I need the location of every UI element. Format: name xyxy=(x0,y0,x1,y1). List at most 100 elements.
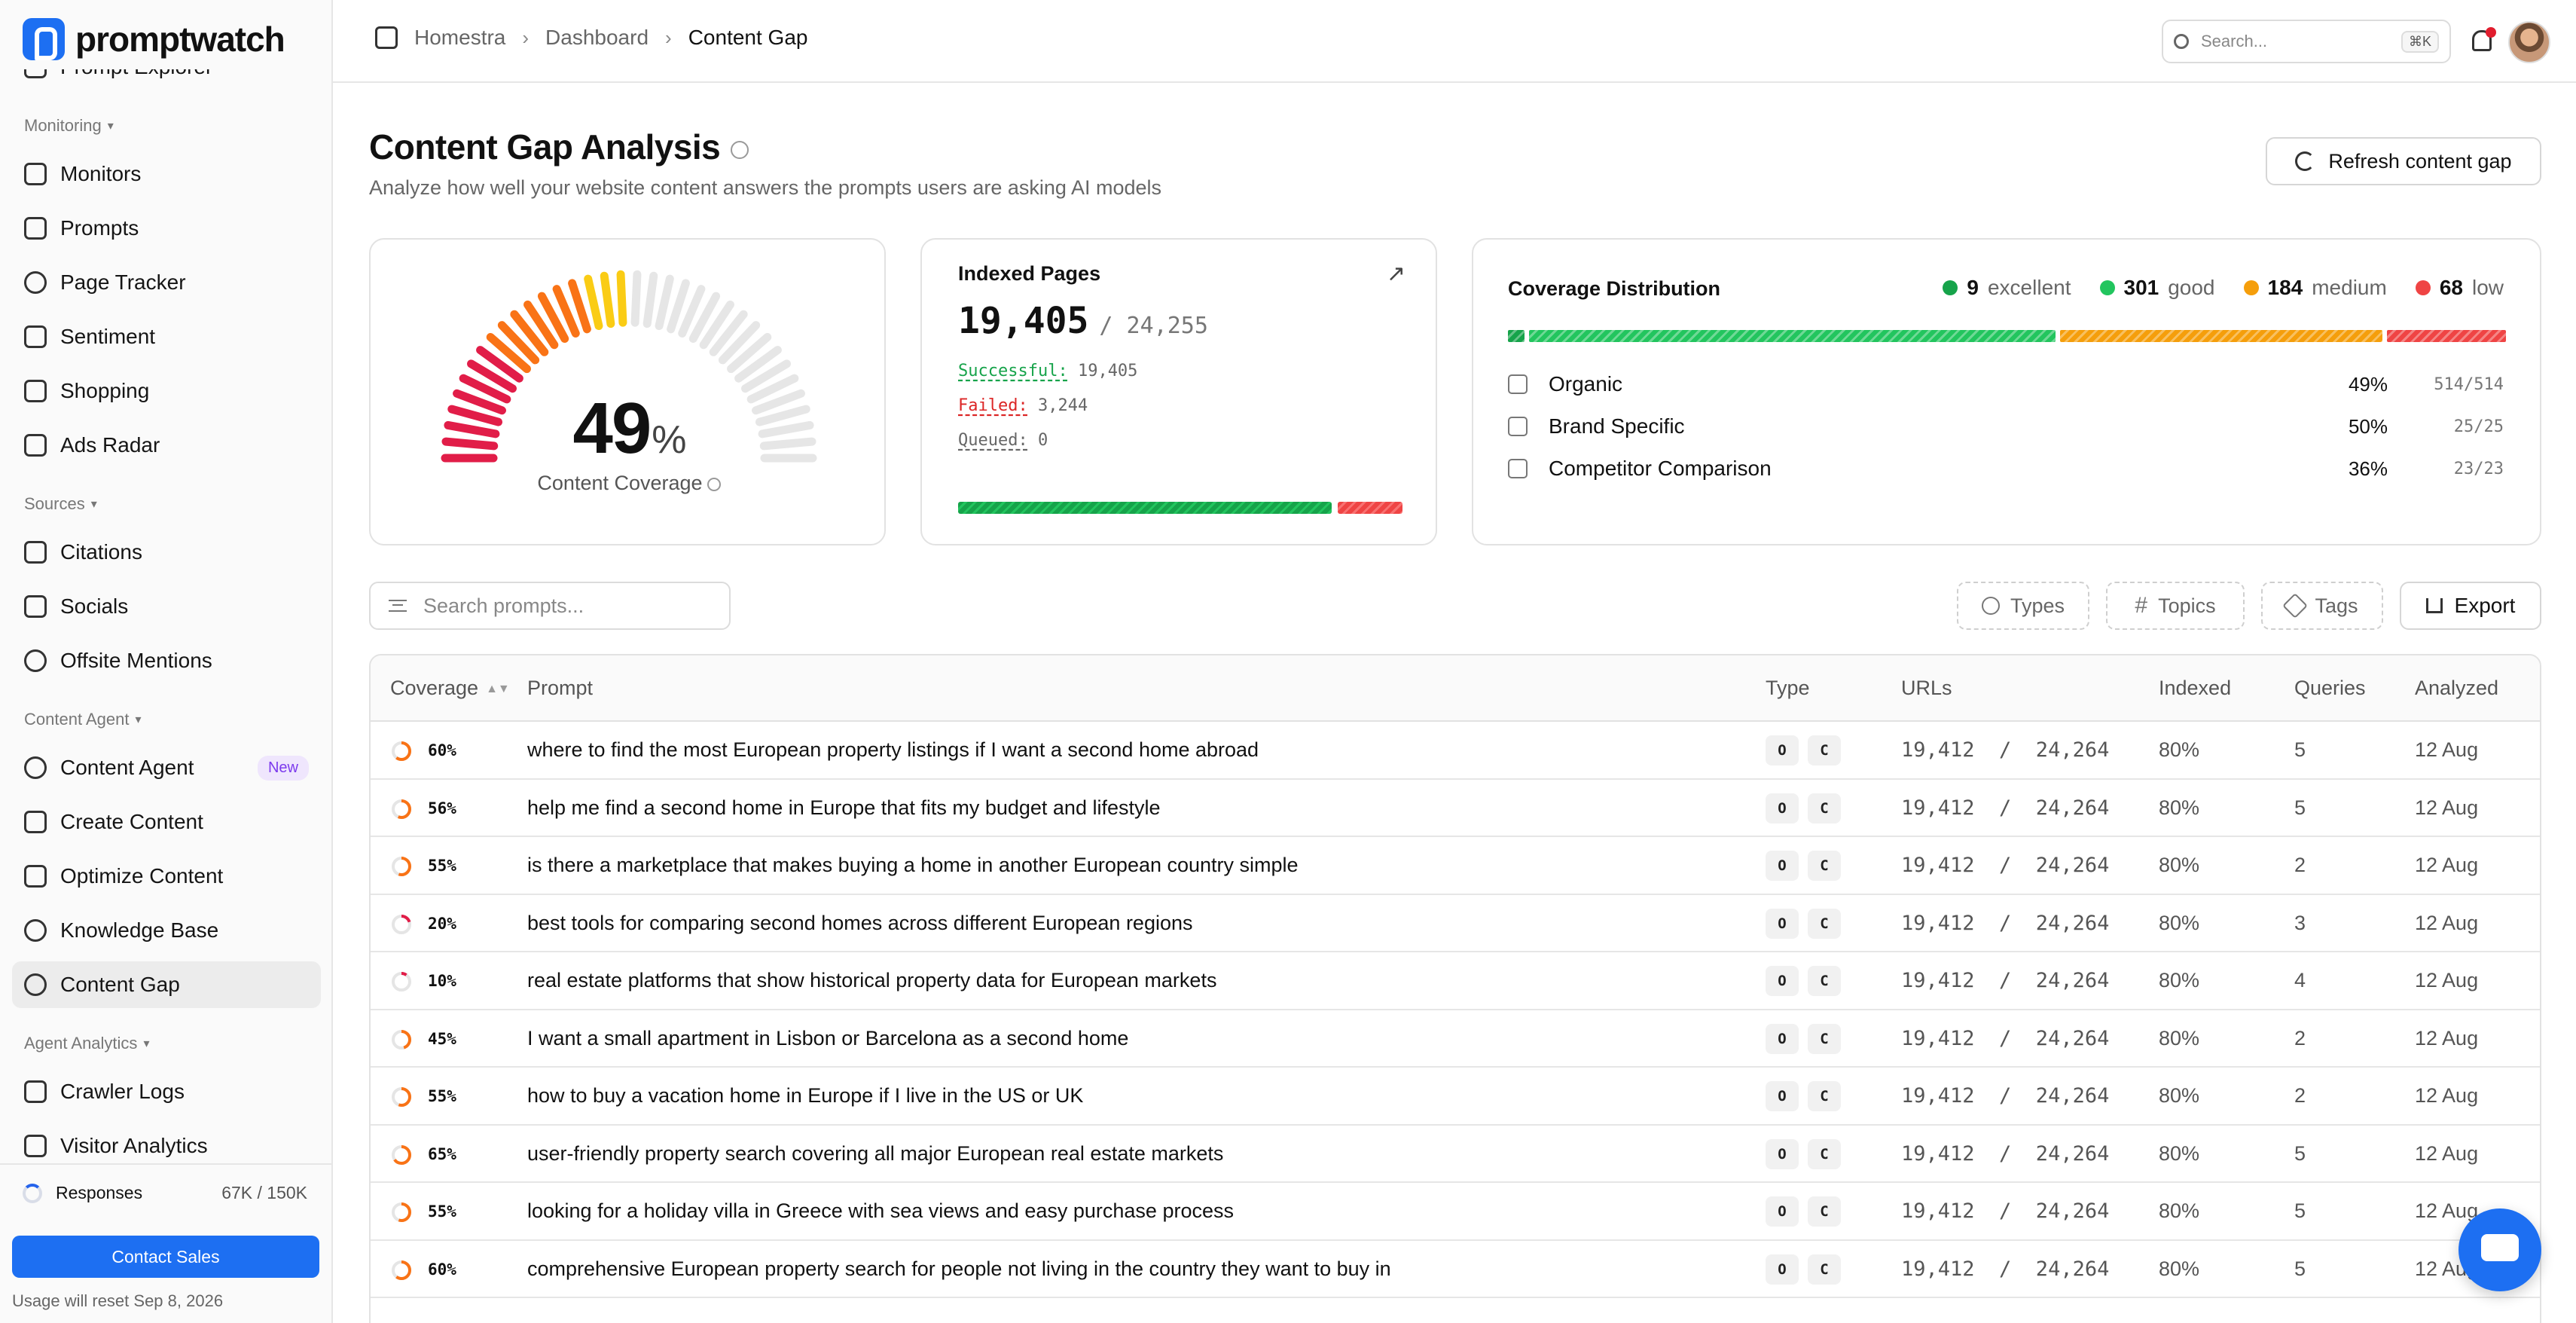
gauge-segment xyxy=(630,270,642,327)
prompt-text[interactable]: is there a marketplace that makes buying… xyxy=(527,854,1299,877)
analyzed-date: 12 Aug xyxy=(2415,1199,2479,1222)
refresh-label: Refresh content gap xyxy=(2328,149,2512,173)
prompt-text[interactable]: I want a small apartment in Lisbon or Ba… xyxy=(527,1027,1128,1050)
table-row[interactable]: 20% best tools for comparing second homes… xyxy=(371,895,2540,952)
prompt-text[interactable]: comprehensive European property search f… xyxy=(527,1257,1391,1281)
table-row[interactable]: 55% how to buy a vacation home in Europe … xyxy=(371,1068,2540,1126)
sidebar-item-monitors[interactable]: Monitors xyxy=(12,151,321,197)
coverage-ring-icon xyxy=(392,799,411,819)
refresh-content-gap-button[interactable]: Refresh content gap xyxy=(2266,137,2541,185)
sidebar-item-create-content[interactable]: Create Content xyxy=(12,799,321,845)
search-placeholder: Search... xyxy=(2201,32,2268,50)
type-tag-organic: O xyxy=(1766,966,1799,996)
indexed-percent: 80% xyxy=(2159,796,2200,819)
type-tag-organic: O xyxy=(1766,1138,1799,1169)
distribution-row-label: Brand Specific xyxy=(1549,414,1685,438)
type-tag-competitor: C xyxy=(1808,966,1841,996)
help-icon[interactable] xyxy=(731,140,749,159)
nav-section-content-agent[interactable]: Content Agent ▾ xyxy=(12,702,321,737)
table-row[interactable]: 60% where to find the most European prope… xyxy=(371,722,2540,780)
sidebar-item-prompt-explorer[interactable]: Prompt Explorer xyxy=(12,69,321,90)
prompt-text[interactable]: where to find the most European property… xyxy=(527,738,1259,762)
prompt-text[interactable]: looking for a holiday villa in Greece wi… xyxy=(527,1199,1234,1223)
table-row[interactable]: 55% looking for a holiday villa in Greece… xyxy=(371,1183,2540,1241)
type-tag-competitor: C xyxy=(1808,1023,1841,1054)
sidebar-item-label: Crawler Logs xyxy=(60,1080,185,1103)
sidebar-item-content-gap[interactable]: Content Gap xyxy=(12,961,321,1008)
table-row[interactable]: 45% I want a small apartment in Lisbon or… xyxy=(371,1010,2540,1068)
legend-low: 68 low xyxy=(2415,276,2504,300)
distribution-legend: 9 excellent 301 good 184 medium 68 low xyxy=(1943,276,2504,300)
sidebar-item-shopping[interactable]: Shopping xyxy=(12,368,321,414)
prompt-text[interactable]: user-friendly property search covering a… xyxy=(527,1142,1223,1166)
tags-filter-button[interactable]: Tags xyxy=(2261,582,2383,630)
indexed-pages-title: Indexed Pages xyxy=(958,262,1101,285)
sidebar-item-page-tracker[interactable]: Page Tracker xyxy=(12,259,321,306)
usage-ring-icon xyxy=(23,1183,42,1203)
main-content: Content Gap Analysis Analyze how well yo… xyxy=(333,83,2576,1323)
robot-icon xyxy=(24,1080,47,1103)
sidebar-item-knowledge-base[interactable]: Knowledge Base xyxy=(12,907,321,954)
chart-icon xyxy=(24,1135,47,1157)
brand-logo[interactable]: promptwatch xyxy=(23,18,285,60)
table-row[interactable]: 55% is there a marketplace that makes buy… xyxy=(371,837,2540,895)
topics-filter-button[interactable]: # Topics xyxy=(2106,582,2245,630)
nav-section-sources[interactable]: Sources ▾ xyxy=(12,487,321,521)
indexed-percent: 80% xyxy=(2159,1084,2200,1107)
avatar[interactable] xyxy=(2508,21,2550,63)
distribution-row-label: Competitor Comparison xyxy=(1549,457,1772,480)
megaphone-icon xyxy=(24,434,47,457)
sidebar-item-label: Content Gap xyxy=(60,973,180,996)
sidebar-item-crawler-logs[interactable]: Crawler Logs xyxy=(12,1068,321,1115)
prompt-text[interactable]: best tools for comparing second homes ac… xyxy=(527,912,1193,935)
arrow-up-right-icon[interactable]: ↗ xyxy=(1387,261,1406,287)
type-tag-organic: O xyxy=(1766,908,1799,939)
types-filter-button[interactable]: Types xyxy=(1957,582,2089,630)
prompt-text[interactable]: help me find a second home in Europe tha… xyxy=(527,796,1161,820)
gauge-segment xyxy=(616,270,627,327)
legend-dot xyxy=(2415,280,2431,295)
table-row[interactable]: 10% real estate platforms that show histo… xyxy=(371,952,2540,1010)
sidebar-item-visitor-analytics[interactable]: Visitor Analytics xyxy=(12,1123,321,1162)
sidebar-item-label: Offsite Mentions xyxy=(60,649,212,672)
coverage-ring-icon xyxy=(392,1202,411,1222)
chat-support-button[interactable] xyxy=(2458,1208,2541,1291)
topics-label: Topics xyxy=(2158,594,2216,617)
prompt-text[interactable]: real estate platforms that show historic… xyxy=(527,969,1216,992)
coverage-label: Content Coverage xyxy=(371,472,887,495)
search-prompts-input[interactable]: Search prompts... xyxy=(369,582,731,630)
chevron-down-icon: ▾ xyxy=(90,498,97,511)
prompt-text[interactable]: how to buy a vacation home in Europe if … xyxy=(527,1084,1083,1108)
sidebar-item-sentiment[interactable]: Sentiment xyxy=(12,313,321,360)
column-header-coverage[interactable]: Coverage ▲▼ xyxy=(390,677,510,700)
sidebar-item-prompts[interactable]: Prompts xyxy=(12,205,321,252)
sidebar-item-content-agent[interactable]: Content Agent New xyxy=(12,744,321,791)
help-icon[interactable] xyxy=(707,477,721,491)
sidebar-item-socials[interactable]: Socials xyxy=(12,583,321,630)
breadcrumb-workspace[interactable]: Homestra xyxy=(414,26,505,50)
nav-section-agent-analytics[interactable]: Agent Analytics ▾ xyxy=(12,1026,321,1061)
indexed-total: / 24,255 xyxy=(1099,313,1208,339)
urls-count: 19,412 / 24,264 xyxy=(1901,1257,2110,1281)
breadcrumb-dashboard[interactable]: Dashboard xyxy=(545,26,649,50)
sidebar-item-ads-radar[interactable]: Ads Radar xyxy=(12,422,321,469)
analyzed-date: 12 Aug xyxy=(2415,1084,2479,1107)
urls-count: 19,412 / 24,264 xyxy=(1901,911,2110,935)
document-icon xyxy=(24,811,47,833)
coverage-ring-icon xyxy=(392,1029,411,1050)
table-row[interactable]: 65% user-friendly property search coverin… xyxy=(371,1126,2540,1183)
table-row[interactable]: 56% help me find a second home in Europe … xyxy=(371,780,2540,837)
export-button[interactable]: Export xyxy=(2400,582,2541,630)
contact-sales-button[interactable]: Contact Sales xyxy=(12,1236,319,1278)
page-subtitle: Analyze how well your website content an… xyxy=(369,176,1162,199)
nav-section-monitoring[interactable]: Monitoring ▾ xyxy=(12,108,321,143)
sidebar-item-offsite-mentions[interactable]: Offsite Mentions xyxy=(12,637,321,684)
usage-panel: Responses 67K / 150K Contact Sales Usage… xyxy=(0,1163,331,1323)
table-row[interactable]: 60% comprehensive European property searc… xyxy=(371,1241,2540,1298)
indexed-pages-card[interactable]: Indexed Pages ↗ 19,405/ 24,255 Successfu… xyxy=(920,238,1437,545)
sidebar-item-optimize-content[interactable]: Optimize Content xyxy=(12,853,321,900)
distribution-row-organic: Organic 49% 514/514 xyxy=(1508,369,2504,399)
global-search-input[interactable]: Search... ⌘K xyxy=(2162,20,2451,63)
sidebar-item-label: Prompts xyxy=(60,216,139,240)
sidebar-item-citations[interactable]: Citations xyxy=(12,529,321,576)
